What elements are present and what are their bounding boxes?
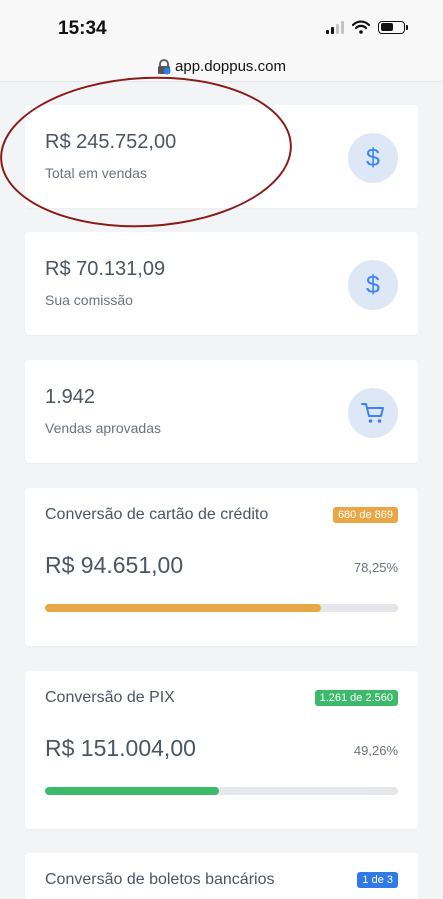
status-icons [326, 20, 408, 34]
conversion-amount: R$ 94.651,00 [45, 552, 184, 578]
progress-fill [45, 787, 219, 795]
signal-icon [326, 20, 344, 34]
conversion-card-credit: Conversão de cartão de crédito 680 de 86… [25, 488, 418, 646]
stat-card-approved-sales: 1.942 Vendas aprovadas [25, 360, 418, 463]
count-badge: 1.261 de 2.560 [314, 690, 398, 706]
stat-label: Vendas aprovadas [45, 420, 161, 436]
url-bar[interactable]: app.doppus.com [0, 52, 443, 82]
stat-label: Total em vendas [45, 165, 147, 181]
count-badge: 1 de 3 [357, 872, 398, 888]
conversion-title: Conversão de boletos bancários [45, 871, 275, 888]
conversion-title: Conversão de cartão de crédito [45, 506, 269, 523]
conversion-percent: 49,26% [353, 743, 398, 758]
conversion-card-pix: Conversão de PIX 1.261 de 2.560 R$ 151.0… [25, 671, 418, 829]
stat-card-commission: R$ 70.131,09 Sua comissão $ [25, 232, 418, 335]
status-time: 15:34 [58, 18, 107, 39]
progress-bar [45, 604, 398, 612]
wifi-icon [352, 20, 370, 34]
dollar-icon: $ [348, 260, 398, 310]
progress-fill [45, 604, 322, 612]
url-text[interactable]: app.doppus.com [175, 58, 286, 75]
stat-value: 1.942 [45, 386, 96, 408]
dollar-icon: $ [348, 133, 398, 183]
lock-icon [158, 58, 171, 74]
stat-label: Sua comissão [45, 292, 133, 308]
battery-icon [378, 20, 408, 34]
progress-bar [45, 787, 398, 795]
status-bar: 15:34 [0, 0, 443, 52]
stat-value: R$ 245.752,00 [45, 131, 177, 153]
conversion-percent: 78,25% [353, 560, 398, 575]
conversion-card-boleto: Conversão de boletos bancários 1 de 3 [25, 853, 418, 899]
stat-card-total-sales: R$ 245.752,00 Total em vendas $ [25, 105, 418, 208]
count-badge: 680 de 869 [332, 507, 398, 523]
cart-icon [348, 388, 398, 438]
stat-value: R$ 70.131,09 [45, 258, 166, 280]
conversion-amount: R$ 151.004,00 [45, 735, 196, 761]
conversion-title: Conversão de PIX [45, 689, 175, 706]
